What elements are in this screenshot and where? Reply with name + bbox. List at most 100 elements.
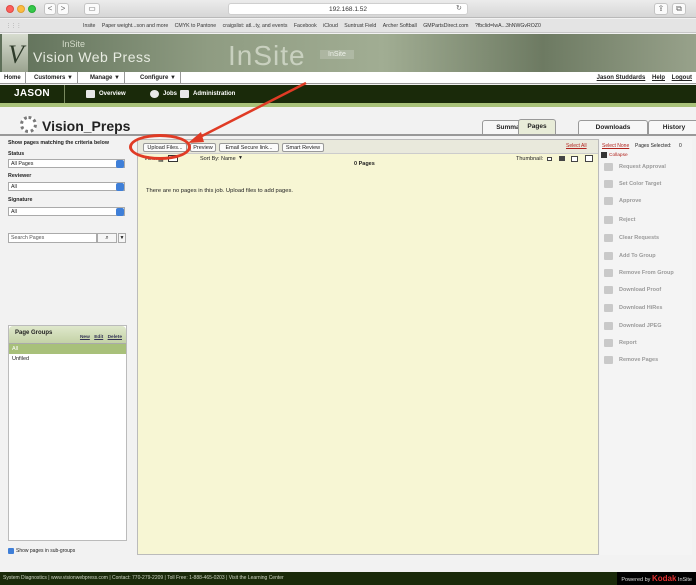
forward-button[interactable]: > [57,3,69,15]
maximize-window-button[interactable] [28,5,36,13]
sort-select[interactable]: Name [221,156,236,162]
menu-manage[interactable]: Manage ▼ [86,72,125,84]
bookmark-6[interactable]: Suntrust Field [344,19,376,32]
subgroups-checkbox[interactable]: Show pages in sub-groups [8,548,75,554]
nav-jobs[interactable]: Jobs [150,90,177,98]
bookmark-2[interactable]: CMYK to Pantone [175,19,217,32]
edit-group-link[interactable]: Edit [94,335,103,340]
bookmark-9[interactable]: ?fbclid=IwA...3hNWGvROZ0 [475,19,541,32]
user-name-link[interactable]: Jason Studdards [597,75,646,81]
download-hires-action[interactable]: Download HiRes [604,302,662,314]
tabs-icon[interactable]: ⧉ [672,3,686,15]
tab-history[interactable]: History [648,120,696,134]
search-input[interactable]: Search Pages [8,233,97,243]
bookmark-3[interactable]: craigslist: atl...ty, and events [223,19,288,32]
menu-customers[interactable]: Customers ▼ [30,72,78,84]
reload-icon[interactable]: ↻ [456,4,462,12]
checkbox-checked-icon [8,548,14,554]
view-options-row: View: ▦ Sort By: Name ▼ 0 Pages Thumbnai… [138,155,598,169]
email-secure-link-button[interactable]: Email Secure link... [219,143,279,152]
site-banner: V InSite Vision Web Press InSite InSite [0,34,696,72]
search-button[interactable]: ⌕ [97,233,117,243]
signature-select[interactable]: All [8,207,125,216]
bookmark-7[interactable]: Archer Softball [383,19,417,32]
select-all-link[interactable]: Select All [566,143,587,149]
download-proof-icon [604,286,613,294]
product-title: InSite [228,40,306,71]
group-item-unfiled[interactable]: Unfiled [9,354,126,364]
address-bar[interactable]: 192.168.1.52 [228,3,468,15]
set-color-target-action[interactable]: Set Color Target [604,178,661,190]
clear-requests-action[interactable]: Clear Requests [604,232,659,244]
new-group-link[interactable]: New [80,335,90,340]
remove-pages-icon [604,356,613,364]
menu-configure[interactable]: Configure ▼ [136,72,181,84]
preview-button[interactable]: Preview [190,143,216,152]
approve-action[interactable]: Approve [604,195,641,207]
download-hires-label: Download HiRes [619,305,663,311]
collapse-button[interactable]: Collapse [601,152,628,158]
nav-overview[interactable]: Overview [86,90,126,98]
footer-links[interactable]: System Diagnostics | www.visionwebpress.… [3,575,284,581]
minimize-window-button[interactable] [17,5,25,13]
reject-x-icon [604,216,613,224]
main-menu: Home Customers ▼ Manage ▼ Configure ▼ Ja… [0,72,696,84]
bookmark-8[interactable]: GMPartsDirect.com [423,19,468,32]
pages-selected-label: Pages Selected: [635,143,672,149]
sort-chevron-icon: ▼ [238,155,243,161]
bookmark-0[interactable]: Insite [83,19,95,32]
admin-icon [180,90,189,98]
download-hires-icon [604,304,613,312]
sidebar-toggle-icon[interactable]: ▭ [84,3,100,15]
delete-group-link[interactable]: Delete [108,335,122,340]
tab-pages[interactable]: Pages [518,119,556,134]
tab-downloads[interactable]: Downloads [578,120,648,134]
bookmark-5[interactable]: iCloud [323,19,338,32]
share-icon[interactable]: ⇪ [654,3,668,15]
sort-label: Sort By: [200,156,220,162]
reviewer-select[interactable]: All [8,182,125,191]
nav-administration[interactable]: Administration [180,90,235,98]
thumbnail-medium-button[interactable] [559,156,565,161]
report-action[interactable]: Report [604,337,637,349]
url-text: 192.168.1.52 [329,6,367,13]
back-button[interactable]: < [44,3,56,15]
annotation-circle [129,134,191,160]
remove-pages-label: Remove Pages [619,357,659,363]
smart-review-button[interactable]: Smart Review [282,143,324,152]
nav-bar: JASON Overview Jobs Administration [0,85,696,103]
close-window-button[interactable] [6,5,14,13]
thumbnail-xlarge-button[interactable] [585,155,593,162]
help-link[interactable]: Help [652,75,665,81]
status-dropdown-icon [116,160,124,168]
remove-from-group-action[interactable]: Remove From Group [604,267,674,279]
thumbnail-small-button[interactable] [547,157,552,161]
download-proof-label: Download Proof [619,287,662,293]
add-to-group-action[interactable]: Add To Group [604,250,656,262]
thumbnail-label: Thumbnail: [516,156,544,162]
logout-link[interactable]: Logout [672,75,692,81]
product-subtitle: InSite [320,50,354,59]
search-options-button[interactable]: ▼ [118,233,126,243]
request-approval-action[interactable]: Request Approval [604,161,666,173]
page-groups-title: Page Groups [15,330,53,336]
reject-action[interactable]: Reject [604,214,636,226]
empty-state-message: There are no pages in this job. Upload f… [146,188,293,194]
thumbnail-large-button[interactable] [571,156,578,162]
page-groups-header: Page Groups New Edit Delete [9,326,126,344]
status-select[interactable]: All Pages [8,159,125,168]
powered-by-label: Powered by [621,577,651,583]
bookmark-4[interactable]: Facebook [294,19,317,32]
apps-grid-icon[interactable]: ⋮⋮⋮ [6,19,22,32]
download-jpeg-action[interactable]: Download JPEG [604,320,661,332]
download-proof-action[interactable]: Download Proof [604,284,661,296]
select-none-link[interactable]: Select None [602,143,629,149]
job-breadcrumb[interactable]: JASON [14,88,50,99]
pages-count: 0 Pages [354,161,375,167]
bookmark-1[interactable]: Paper weight...son and more [102,19,168,32]
group-item-all[interactable]: All [9,344,126,354]
remove-pages-action[interactable]: Remove Pages [604,354,658,366]
undo-arrow-icon [604,234,613,242]
reviewer-select-value: All [11,184,17,190]
menu-home[interactable]: Home [0,72,26,84]
